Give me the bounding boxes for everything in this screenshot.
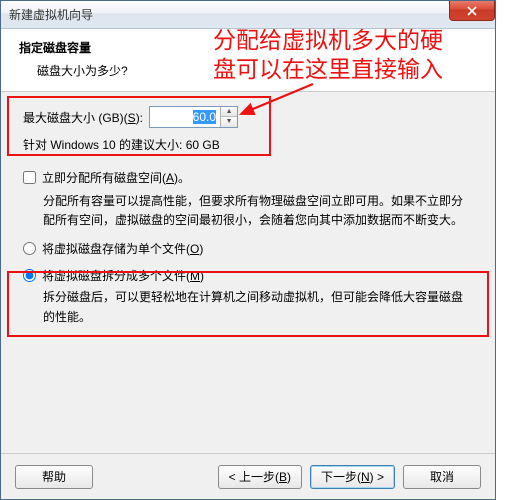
next-button[interactable]: 下一步(N) >: [310, 465, 395, 489]
help-button[interactable]: 帮助: [15, 465, 93, 489]
allocate-all-label: 立即分配所有磁盘空间(A)。: [42, 169, 190, 186]
spinner-up[interactable]: ▲: [221, 107, 237, 117]
disk-size-label: 最大磁盘大小 (GB)(S):: [23, 109, 143, 126]
spinner-down[interactable]: ▼: [221, 117, 237, 127]
close-button[interactable]: [449, 1, 495, 21]
disk-recommend-text: 针对 Windows 10 的建议大小: 60 GB: [23, 136, 473, 153]
titlebar: 新建虚拟机向导: [1, 1, 495, 29]
wizard-content: 最大磁盘大小 (GB)(S): ▲ ▼ 针对 Windows 10 的建议大小:…: [1, 92, 495, 472]
single-file-label: 将虚拟磁盘存储为单个文件(O): [42, 240, 203, 257]
wizard-window: 新建虚拟机向导 指定磁盘容量 磁盘大小为多少? 最大磁盘大小 (GB)(S): …: [0, 0, 496, 500]
wizard-header: 指定磁盘容量 磁盘大小为多少?: [1, 29, 495, 92]
cancel-button[interactable]: 取消: [403, 465, 481, 489]
single-file-row: 将虚拟磁盘存储为单个文件(O): [23, 240, 473, 257]
back-button[interactable]: < 上一步(B): [218, 465, 302, 489]
split-files-radio[interactable]: [23, 269, 36, 282]
split-files-desc: 拆分磁盘后，可以更轻松地在计算机之间移动虚拟机，但可能会降低大容量磁盘的性能。: [43, 288, 473, 326]
allocate-all-row: 立即分配所有磁盘空间(A)。: [23, 169, 473, 186]
header-title: 指定磁盘容量: [19, 39, 477, 56]
single-file-radio[interactable]: [23, 242, 36, 255]
allocate-all-desc: 分配所有容量可以提高性能，但要求所有物理磁盘空间立即可用。如果不立即分配所有空间…: [43, 192, 473, 230]
split-files-label: 将虚拟磁盘拆分成多个文件(M): [42, 267, 204, 284]
allocate-all-checkbox[interactable]: [23, 171, 36, 184]
spinner-buttons: ▲ ▼: [220, 107, 237, 127]
disk-size-input[interactable]: [150, 107, 220, 127]
close-icon: [467, 6, 477, 16]
header-subtitle: 磁盘大小为多少?: [37, 62, 477, 79]
window-title: 新建虚拟机向导: [9, 6, 93, 23]
disk-size-row: 最大磁盘大小 (GB)(S): ▲ ▼: [23, 106, 473, 128]
wizard-footer: 帮助 < 上一步(B) 下一步(N) > 取消: [1, 453, 495, 499]
split-files-row: 将虚拟磁盘拆分成多个文件(M): [23, 267, 473, 284]
disk-size-spinner[interactable]: ▲ ▼: [149, 106, 238, 128]
